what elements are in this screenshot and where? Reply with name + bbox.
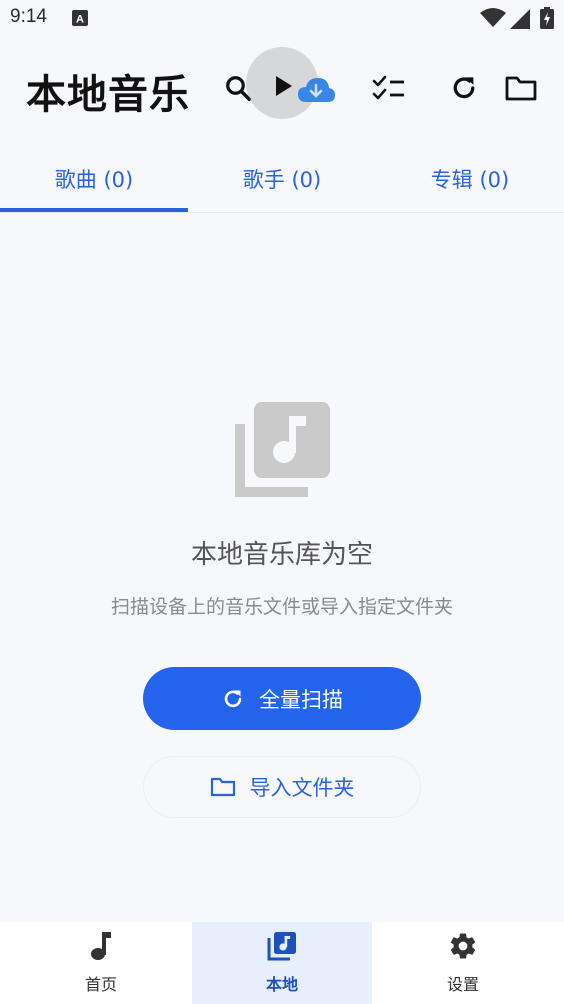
- library-music-icon: [267, 932, 296, 961]
- status-bar: 9:14 A: [0, 0, 564, 38]
- music-note-icon: [91, 932, 111, 960]
- battery-charging-icon: [540, 7, 554, 29]
- multi-select-button[interactable]: [370, 72, 408, 104]
- top-app-bar: 本地音乐: [0, 38, 564, 146]
- nav-item-local[interactable]: 本地: [192, 922, 372, 1004]
- empty-state-title: 本地音乐库为空: [190, 540, 373, 570]
- import-folder-label: 导入文件夹: [249, 776, 355, 800]
- full-scan-button[interactable]: 全量扫描: [143, 667, 421, 730]
- gear-icon: [450, 933, 476, 959]
- music-library-icon: [235, 402, 330, 497]
- wifi-icon: [480, 8, 506, 27]
- bottom-navigation: 首页 本地 设置: [0, 922, 564, 1004]
- tab-songs[interactable]: 歌曲 (0): [0, 146, 188, 212]
- checklist-icon: [372, 75, 404, 100]
- refresh-button[interactable]: [446, 70, 482, 106]
- svg-text:A: A: [76, 14, 84, 26]
- cloud-download-button[interactable]: [296, 74, 336, 106]
- empty-state-subtitle: 扫描设备上的音乐文件或导入指定文件夹: [110, 596, 453, 618]
- import-folder-button[interactable]: 导入文件夹: [143, 756, 421, 818]
- folder-icon: [210, 777, 235, 797]
- accessibility-a-icon: A: [72, 10, 88, 26]
- nav-settings-label: 设置: [446, 975, 479, 994]
- tab-artists[interactable]: 歌手 (0): [188, 146, 376, 212]
- tab-albums[interactable]: 专辑 (0): [376, 146, 564, 212]
- nav-item-home[interactable]: 首页: [10, 922, 192, 1004]
- refresh-icon: [453, 77, 475, 99]
- nav-item-settings[interactable]: 设置: [372, 922, 554, 1004]
- tab-bar: 歌曲 (0) 歌手 (0) 专辑 (0): [0, 146, 564, 213]
- page-title: 本地音乐: [26, 72, 190, 118]
- play-button[interactable]: [270, 72, 298, 100]
- signal-icon: [510, 9, 530, 29]
- refresh-icon: [224, 690, 242, 707]
- full-scan-label: 全量扫描: [259, 687, 343, 712]
- nav-local-label: 本地: [265, 975, 298, 994]
- cloud-download-icon: [298, 78, 335, 102]
- tab-indicator: [0, 208, 188, 212]
- nav-home-label: 首页: [84, 975, 117, 994]
- folder-button[interactable]: [502, 72, 540, 104]
- status-time: 9:14: [10, 6, 47, 27]
- folder-icon: [505, 76, 537, 101]
- play-icon: [276, 76, 292, 96]
